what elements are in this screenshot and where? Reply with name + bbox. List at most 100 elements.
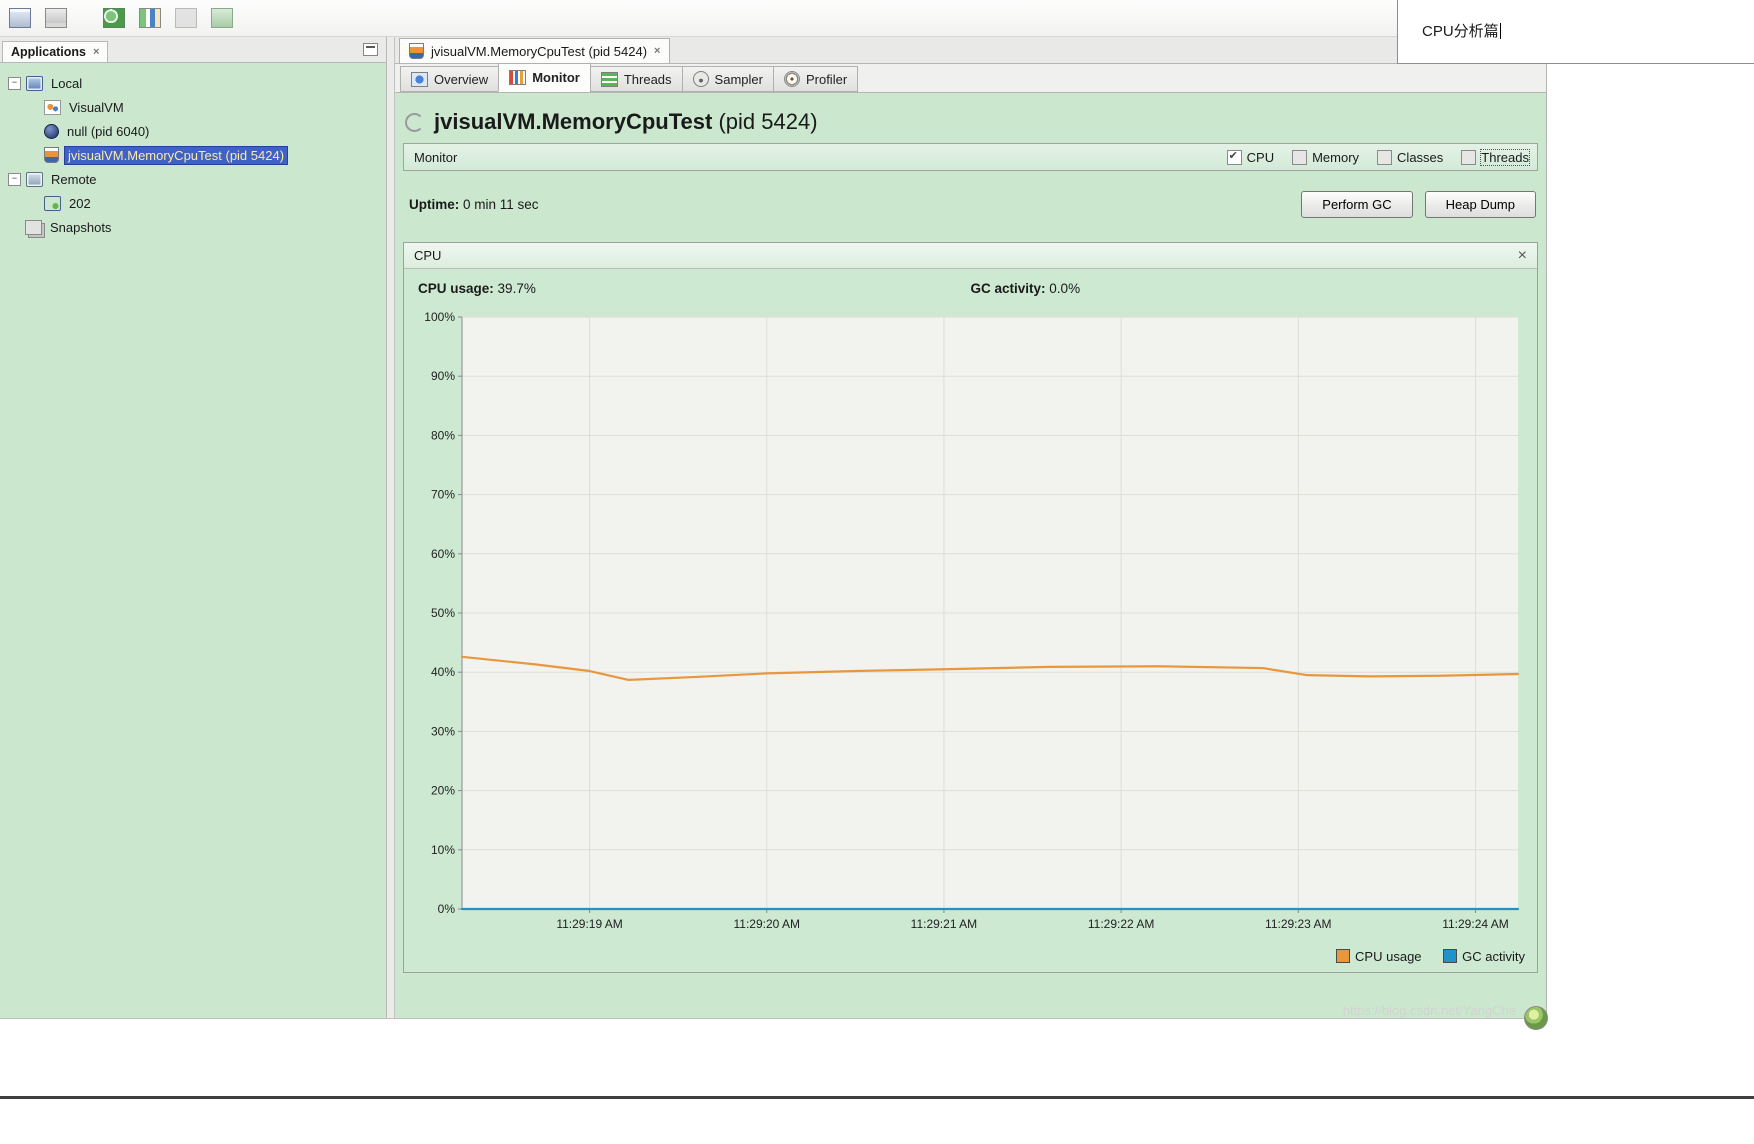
tree-item-visualvm[interactable]: VisualVM [0, 95, 386, 119]
heap-dump-icon[interactable] [172, 4, 200, 32]
tree-item-label: Remote [51, 171, 97, 187]
tab-profiler[interactable]: Profiler [772, 66, 859, 92]
main-toolbar [0, 0, 1546, 37]
close-icon[interactable]: × [93, 46, 99, 58]
monitor-icon [509, 70, 527, 85]
host-icon [44, 195, 61, 211]
gc-activity-label: GC activity: [970, 281, 1046, 296]
visualvm-icon [44, 99, 61, 115]
tree-item-202[interactable]: 202 [0, 191, 386, 215]
panel-header-space [108, 37, 386, 62]
save-glyph [45, 8, 67, 28]
cpu-checkbox-label: CPU [1246, 149, 1275, 165]
java-app-icon [44, 147, 59, 163]
uptime-row: Uptime: 0 min 11 sec Perform GC Heap Dum… [403, 191, 1538, 218]
cpu-section-header: CPU × [404, 243, 1537, 269]
svg-text:0%: 0% [438, 902, 456, 916]
chart-legend: CPU usage GC activity [404, 945, 1537, 972]
tab-threads[interactable]: Threads [589, 66, 683, 92]
monitor-options-bar: Monitor CPU Memory [403, 143, 1538, 171]
checkbox-icon [1226, 149, 1242, 165]
classes-checkbox[interactable]: Classes [1377, 149, 1443, 165]
svg-text:11:29:19 AM: 11:29:19 AM [556, 917, 623, 931]
svg-text:100%: 100% [424, 310, 455, 324]
tab-profiler-label: Profiler [805, 71, 848, 87]
view-tabbar: Overview Monitor Threads Sampler Profile… [395, 63, 1546, 93]
tree-item-label: null (pid 6040) [67, 123, 150, 139]
threads-checkbox[interactable]: Threads [1461, 148, 1530, 166]
application-snapshot-glyph [139, 8, 161, 28]
profiler-icon [783, 71, 800, 87]
heap-dump-glyph [175, 8, 197, 28]
collapse-icon[interactable]: − [8, 172, 21, 186]
add-jmx-glyph [103, 8, 125, 28]
document-tab-label: jvisualVM.MemoryCpuTest (pid 5424) [431, 43, 648, 59]
svg-text:90%: 90% [431, 369, 455, 383]
svg-text:30%: 30% [431, 724, 455, 738]
cpu-usage-stat: CPU usage: 39.7% [418, 281, 536, 296]
svg-text:40%: 40% [431, 665, 455, 679]
gc-activity-stat: GC activity: 0.0% [971, 281, 1081, 296]
tab-overview[interactable]: Overview [400, 66, 500, 92]
annotation-note-text: CPU分析篇 [1422, 23, 1501, 40]
minimize-panel-button[interactable] [363, 43, 378, 56]
overview-icon [411, 71, 428, 87]
close-icon[interactable]: × [1518, 247, 1527, 264]
monitor-checkbox-group: CPU Memory Classes [1226, 148, 1530, 166]
legend-gc-activity: GC activity [1443, 949, 1525, 964]
threads-icon [600, 71, 618, 87]
text-caret [1499, 23, 1501, 39]
cpu-section: CPU × CPU usage: 39.7% GC activity: 0.0% [403, 242, 1538, 973]
tab-overview-label: Overview [434, 71, 489, 87]
checkbox-icon [1377, 149, 1393, 165]
tree-item-label: Snapshots [50, 219, 112, 235]
bottom-divider [0, 1096, 1754, 1099]
panel-splitter[interactable] [387, 37, 395, 1018]
tree-item-null-app[interactable]: null (pid 6040) [0, 119, 386, 143]
cpu-checkbox[interactable]: CPU [1226, 149, 1275, 165]
load-snapshot-glyph [9, 8, 31, 28]
svg-text:10%: 10% [431, 843, 455, 857]
tree-item-memorycputest[interactable]: jvisualVM.MemoryCpuTest (pid 5424) [0, 143, 386, 167]
save-icon[interactable] [42, 4, 70, 32]
load-snapshot-icon[interactable] [6, 4, 34, 32]
cpu-chart-svg: 0% 10% 20% 30% 40% 50% 60% 70% 80% 90% 100% 11:29:1… [424, 310, 1520, 931]
perform-gc-button[interactable]: Perform GC [1301, 191, 1413, 218]
java-process-icon [44, 123, 59, 139]
page-title: jvisualVM.MemoryCpuTest (pid 5424) [434, 109, 818, 134]
add-jmx-connection-icon[interactable] [100, 4, 128, 32]
thread-dump-glyph [211, 8, 233, 28]
uptime: Uptime: 0 min 11 sec [409, 197, 539, 212]
thread-dump-icon[interactable] [208, 4, 236, 32]
applications-panel-header: Applications × [0, 37, 386, 63]
heap-dump-button[interactable]: Heap Dump [1424, 191, 1536, 218]
tab-monitor[interactable]: Monitor [498, 63, 591, 92]
tree-item-remote[interactable]: − Remote [0, 167, 386, 191]
svg-text:80%: 80% [431, 428, 455, 442]
tree-item-snapshots[interactable]: Snapshots [0, 215, 386, 239]
heading-row: jvisualVM.MemoryCpuTest (pid 5424) [405, 109, 1538, 135]
collapse-icon[interactable]: − [8, 76, 21, 90]
tab-sampler-label: Sampler [714, 71, 763, 87]
memory-checkbox[interactable]: Memory [1292, 149, 1359, 165]
tree-item-label: VisualVM [69, 99, 124, 115]
page-title-pid: (pid 5424) [718, 109, 818, 134]
svg-text:11:29:22 AM: 11:29:22 AM [1088, 917, 1155, 931]
legend-cpu-usage: CPU usage [1336, 949, 1422, 964]
tree-item-local[interactable]: − Local [0, 71, 386, 95]
remote-icon [26, 171, 43, 187]
document-tab[interactable]: jvisualVM.MemoryCpuTest (pid 5424) × [399, 38, 671, 63]
document-tabbar: jvisualVM.MemoryCpuTest (pid 5424) × [395, 37, 1546, 64]
tab-sampler[interactable]: Sampler [681, 66, 774, 92]
cpu-stats-row: CPU usage: 39.7% GC activity: 0.0% [404, 269, 1537, 305]
visualvm-window: Applications × − Local VisualVM null (pi… [0, 0, 1547, 1019]
tab-monitor-label: Monitor [532, 70, 580, 85]
application-snapshot-icon[interactable] [136, 4, 164, 32]
monitor-view: jvisualVM.MemoryCpuTest (pid 5424) Monit… [395, 93, 1546, 1018]
sampler-icon [692, 71, 709, 87]
close-tab-icon[interactable]: × [654, 45, 660, 57]
applications-tab[interactable]: Applications × [2, 41, 109, 62]
svg-text:11:29:23 AM: 11:29:23 AM [1265, 917, 1332, 931]
cpu-usage-value: 39.7% [497, 281, 536, 296]
checkbox-icon [1461, 149, 1477, 165]
